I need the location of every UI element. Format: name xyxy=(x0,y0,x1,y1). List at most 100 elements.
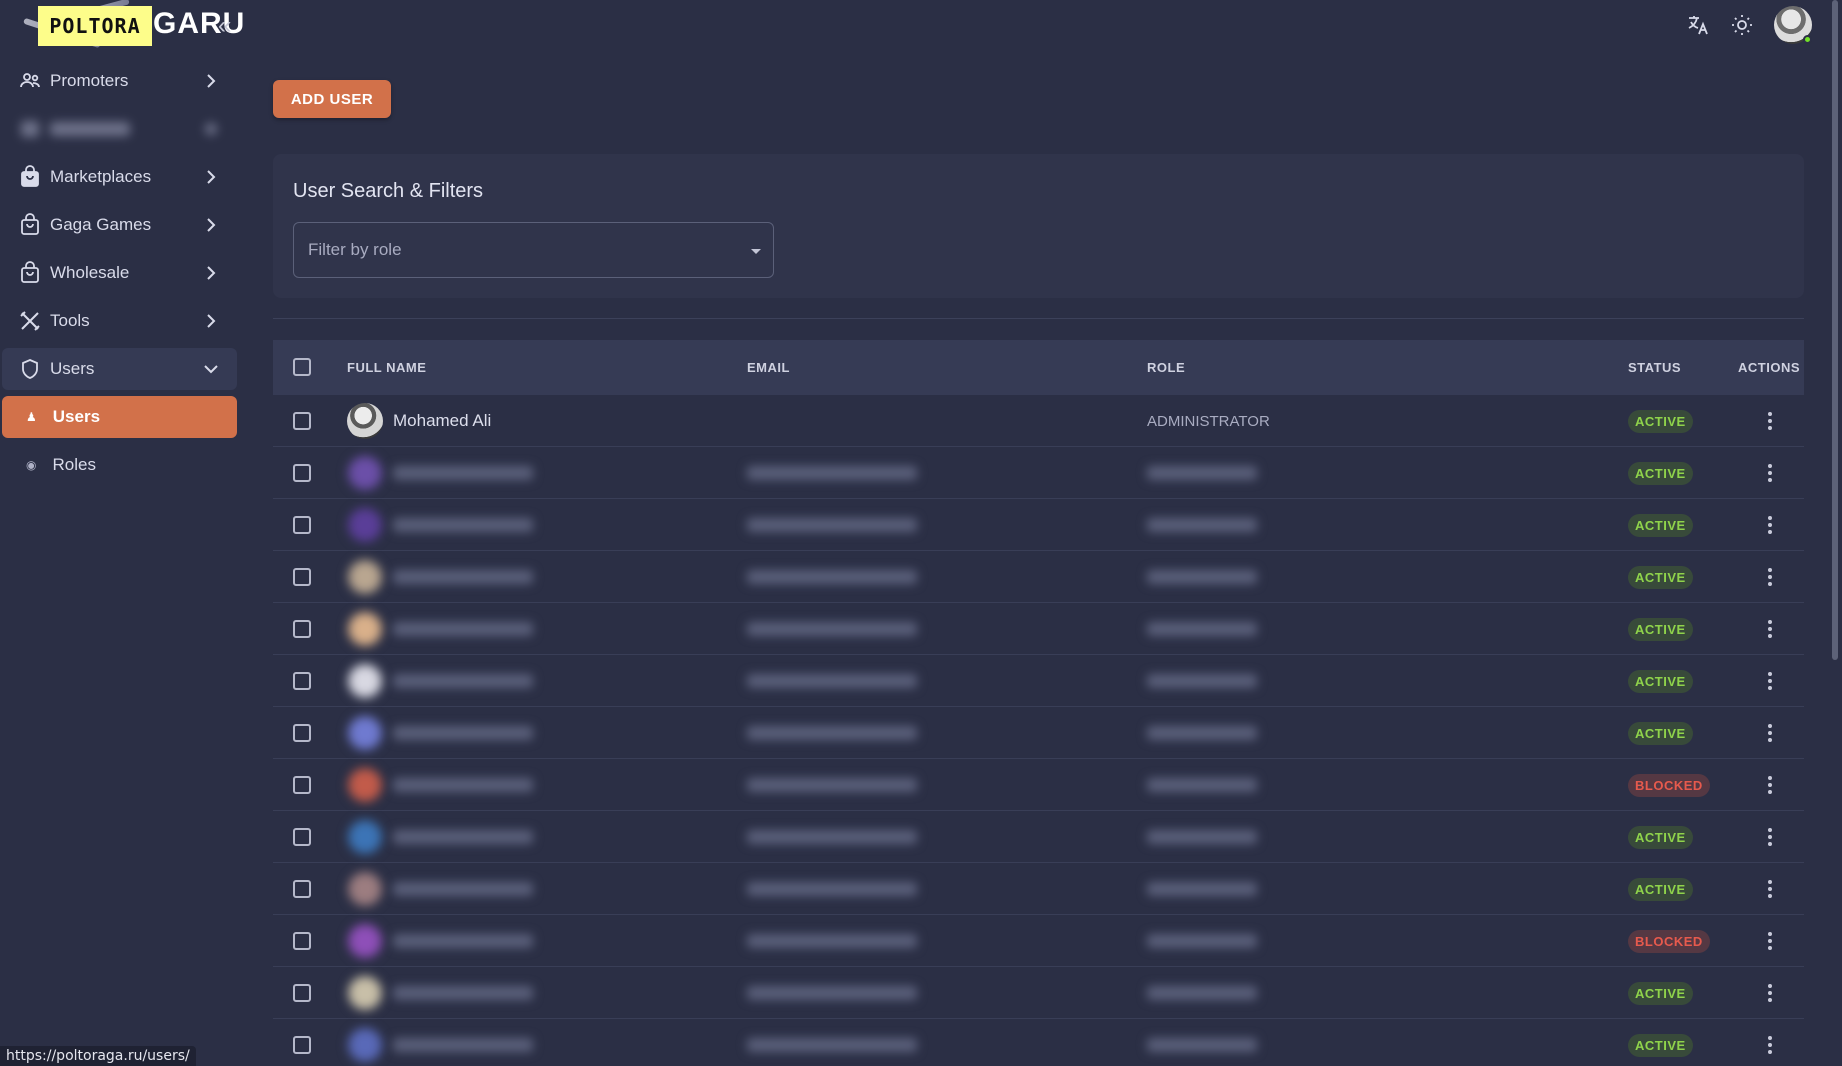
blurred-icon xyxy=(18,117,42,141)
user-cell[interactable] xyxy=(347,915,533,967)
header-email[interactable]: EMAIL xyxy=(747,360,790,375)
user-cell[interactable] xyxy=(347,811,533,863)
user-cell[interactable] xyxy=(347,1019,533,1066)
row-checkbox[interactable] xyxy=(293,967,311,1019)
sun-icon[interactable] xyxy=(1730,13,1754,37)
table-row[interactable]: ACTIVE xyxy=(273,655,1804,707)
shopping-bag-icon xyxy=(18,165,42,189)
table-row[interactable]: ACTIVE xyxy=(273,551,1804,603)
select-all-checkbox[interactable] xyxy=(293,358,311,376)
row-checkbox[interactable] xyxy=(293,603,311,655)
table-row[interactable]: Mohamed Ali ADMINISTRATOR ACTIVE xyxy=(273,395,1804,447)
user-cell[interactable] xyxy=(347,655,533,707)
sidebar-item-users[interactable]: Users xyxy=(2,348,237,390)
sidebar-item-gaga-games[interactable]: Gaga Games xyxy=(2,204,237,246)
lock-icon: ◉ xyxy=(26,458,37,472)
user-cell[interactable] xyxy=(347,759,533,811)
role-filter-select[interactable]: Filter by role xyxy=(293,222,774,278)
more-vertical-icon[interactable] xyxy=(1755,458,1785,488)
row-checkbox[interactable] xyxy=(293,915,311,967)
row-checkbox[interactable] xyxy=(293,863,311,915)
sidebar-item-tools[interactable]: Tools xyxy=(2,300,237,342)
user-cell[interactable] xyxy=(347,707,533,759)
table-row[interactable]: BLOCKED xyxy=(273,915,1804,967)
user-name xyxy=(393,1038,533,1052)
add-user-button[interactable]: ADD USER xyxy=(273,80,391,118)
table-row[interactable]: ACTIVE xyxy=(273,447,1804,499)
user-cell[interactable] xyxy=(347,603,533,655)
user-cell[interactable] xyxy=(347,447,533,499)
row-checkbox[interactable] xyxy=(293,395,311,447)
header-status[interactable]: STATUS xyxy=(1628,360,1681,375)
user-email xyxy=(747,1019,917,1066)
user-role xyxy=(1147,655,1257,707)
scrollbar-thumb[interactable] xyxy=(1832,0,1838,660)
status-cell: ACTIVE xyxy=(1628,603,1693,655)
user-cell[interactable] xyxy=(347,499,533,551)
more-vertical-icon[interactable] xyxy=(1755,978,1785,1008)
status-badge: ACTIVE xyxy=(1628,721,1693,745)
logo[interactable]: POLTORA GARU xyxy=(10,0,244,60)
more-vertical-icon[interactable] xyxy=(1755,562,1785,592)
table-row[interactable]: ACTIVE xyxy=(273,811,1804,863)
status-badge: BLOCKED xyxy=(1628,929,1710,953)
user-cell[interactable]: Mohamed Ali xyxy=(347,395,491,447)
user-email xyxy=(747,967,917,1019)
more-vertical-icon[interactable] xyxy=(1755,926,1785,956)
role-filter-placeholder: Filter by role xyxy=(308,240,402,259)
table-row[interactable]: ACTIVE xyxy=(273,707,1804,759)
sidebar-item-blurred[interactable] xyxy=(2,108,237,150)
more-vertical-icon[interactable] xyxy=(1755,770,1785,800)
row-checkbox[interactable] xyxy=(293,551,311,603)
table-row[interactable]: ACTIVE xyxy=(273,863,1804,915)
table-row[interactable]: ACTIVE xyxy=(273,1019,1804,1066)
sidebar-subitem-users[interactable]: ♟ Users xyxy=(2,396,237,438)
avatar xyxy=(347,663,383,699)
header-full-name[interactable]: FULL NAME xyxy=(347,360,426,375)
sidebar-subitem-roles[interactable]: ◉ Roles xyxy=(2,444,237,486)
status-badge: ACTIVE xyxy=(1628,981,1693,1005)
row-checkbox[interactable] xyxy=(293,707,311,759)
status-badge: ACTIVE xyxy=(1628,565,1693,589)
user-cell[interactable] xyxy=(347,863,533,915)
more-vertical-icon[interactable] xyxy=(1755,822,1785,852)
sidebar-item-marketplaces[interactable]: Marketplaces xyxy=(2,156,237,198)
more-vertical-icon[interactable] xyxy=(1755,614,1785,644)
row-checkbox[interactable] xyxy=(293,811,311,863)
user-cell[interactable] xyxy=(347,967,533,1019)
sidebar-item-wholesale[interactable]: Wholesale xyxy=(2,252,237,294)
more-vertical-icon[interactable] xyxy=(1755,406,1785,436)
row-checkbox[interactable] xyxy=(293,499,311,551)
table-row[interactable]: ACTIVE xyxy=(273,967,1804,1019)
sidebar-nav: Promoters Marketplaces Gaga Games Wholes… xyxy=(0,60,246,492)
actions-cell xyxy=(1755,551,1785,603)
header-role[interactable]: ROLE xyxy=(1147,360,1185,375)
avatar[interactable] xyxy=(1774,6,1812,44)
table-row[interactable]: ACTIVE xyxy=(273,603,1804,655)
user-role xyxy=(1147,915,1257,967)
collapse-sidebar-icon[interactable]: « xyxy=(218,12,231,40)
status-bar-url: https://poltoraga.ru/users/ xyxy=(0,1046,196,1066)
table-row[interactable]: BLOCKED xyxy=(273,759,1804,811)
more-vertical-icon[interactable] xyxy=(1755,718,1785,748)
more-vertical-icon[interactable] xyxy=(1755,874,1785,904)
chevron-right-icon xyxy=(205,123,217,135)
row-checkbox[interactable] xyxy=(293,447,311,499)
user-name xyxy=(393,518,533,532)
scrollbar[interactable] xyxy=(1828,0,1842,1066)
online-indicator xyxy=(1803,35,1812,44)
translate-icon[interactable] xyxy=(1686,13,1710,37)
status-cell: ACTIVE xyxy=(1628,1019,1693,1066)
more-vertical-icon[interactable] xyxy=(1755,666,1785,696)
tools-icon xyxy=(18,309,42,333)
user-email xyxy=(747,499,917,551)
user-cell[interactable] xyxy=(347,551,533,603)
sidebar-item-label xyxy=(50,122,130,136)
row-checkbox[interactable] xyxy=(293,759,311,811)
more-vertical-icon[interactable] xyxy=(1755,510,1785,540)
row-checkbox[interactable] xyxy=(293,1019,311,1066)
table-row[interactable]: ACTIVE xyxy=(273,499,1804,551)
sidebar-item-promoters[interactable]: Promoters xyxy=(2,60,237,102)
more-vertical-icon[interactable] xyxy=(1755,1030,1785,1060)
row-checkbox[interactable] xyxy=(293,655,311,707)
